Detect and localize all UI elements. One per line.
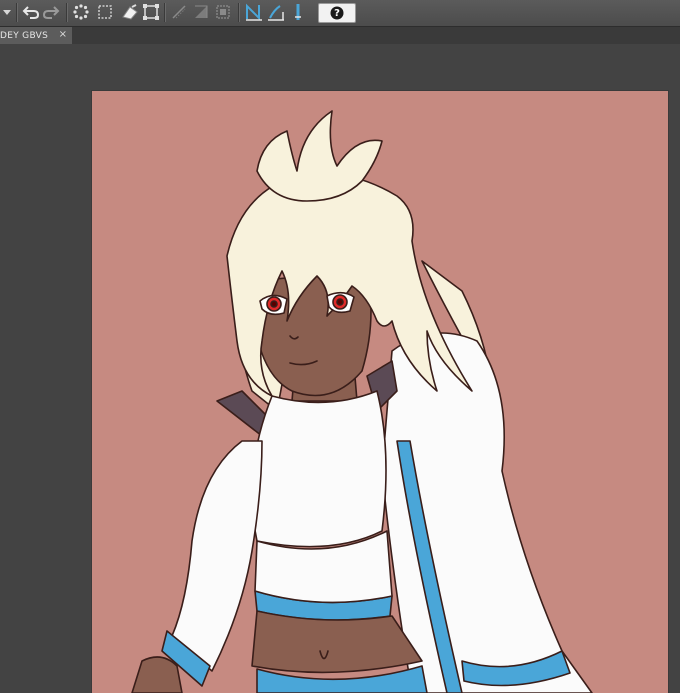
canvas-workspace[interactable] xyxy=(0,44,680,693)
toolbar-separator xyxy=(16,3,18,22)
select-all-icon[interactable] xyxy=(72,3,90,21)
toolbar-separator xyxy=(66,3,68,22)
document-tab-bar: DEY GBVS × xyxy=(0,27,680,44)
clear-icon[interactable] xyxy=(120,3,138,21)
tab-label: DEY GBVS xyxy=(0,30,49,41)
toolbar-separator xyxy=(164,3,166,22)
snap-ruler-icon[interactable] xyxy=(170,3,188,21)
drawing-canvas[interactable] xyxy=(92,91,668,693)
snap-special-icon[interactable] xyxy=(214,3,232,21)
deselect-icon[interactable] xyxy=(96,3,114,21)
command-toolbar: ? xyxy=(0,0,680,27)
redo-icon[interactable] xyxy=(42,3,60,21)
snap-grid-icon[interactable] xyxy=(192,3,210,21)
toolbar-separator xyxy=(238,3,240,22)
close-icon[interactable]: × xyxy=(59,29,67,40)
pen-pressure-icon[interactable] xyxy=(244,3,264,21)
transform-icon[interactable] xyxy=(142,3,160,21)
undo-icon[interactable] xyxy=(22,3,40,21)
pin-icon[interactable] xyxy=(290,3,306,21)
stroke-correction-icon[interactable] xyxy=(266,3,286,21)
character-illustration xyxy=(131,110,593,693)
help-label: ? xyxy=(334,7,340,19)
dropdown-arrow-icon[interactable] xyxy=(0,3,14,21)
help-button[interactable]: ? xyxy=(318,3,356,23)
tab-dey-gbvs[interactable]: DEY GBVS × xyxy=(0,27,72,44)
